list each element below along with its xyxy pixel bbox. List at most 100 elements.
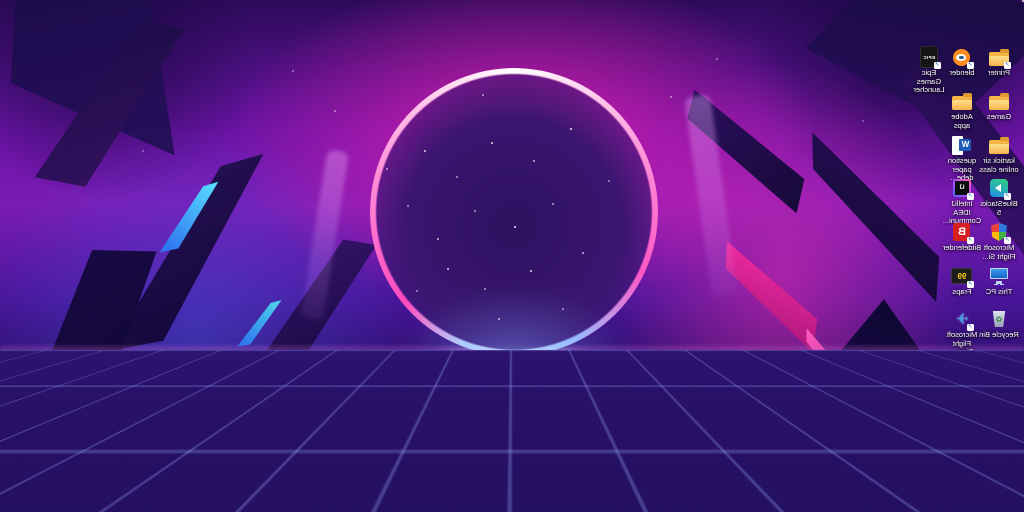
zoom-icon	[408, 491, 425, 508]
shortcut-arrow-icon: ↗	[1004, 412, 1011, 419]
chrome-button[interactable]	[428, 485, 452, 512]
mail-button[interactable]	[452, 485, 476, 512]
desktop-icon-question-paper[interactable]: question paper debe...	[944, 134, 980, 183]
desktop-icon-printer[interactable]: ↗Printer	[981, 46, 1017, 78]
desktop-icon-games[interactable]: Games	[981, 90, 1017, 122]
desktop-icon-label: BlueStacks 5	[979, 200, 1019, 217]
desktop-icon-ms-flight-sim[interactable]: ✈↗Microsoft Flight Simu...	[944, 308, 980, 357]
word-doc-icon	[953, 136, 972, 155]
edge-icon	[528, 491, 545, 508]
cortana-icon	[602, 493, 615, 506]
shortcut-arrow-icon: ↗	[1004, 237, 1011, 244]
chat-button[interactable]	[644, 485, 668, 512]
system-tray: ^ ENG IN 16:29 12-11-2021	[0, 485, 122, 512]
steam-taskbar-button[interactable]	[332, 485, 356, 512]
blender-taskbar-button[interactable]	[308, 485, 332, 512]
desktop-icon-label: This PC	[979, 288, 1019, 297]
desktop-icon-adobe-apps[interactable]: Adobe apps	[944, 90, 980, 130]
file-explorer-button[interactable]	[500, 485, 524, 512]
widgets-icon	[672, 491, 688, 507]
microsoft-store-button[interactable]	[476, 485, 500, 512]
language-indicator[interactable]: ENG IN	[94, 492, 108, 507]
desktop-icon-ms-flight-shield[interactable]: ↗Microsoft Flight Si...	[981, 221, 1017, 261]
folder-icon	[989, 140, 1009, 154]
desktop-icon-protonvpn[interactable]: ↗ProtonVPN	[944, 352, 980, 384]
desktop-icon-recycle-bin[interactable]: ♻Recycle Bin	[981, 308, 1017, 340]
desktop-icon-msi-afterburner[interactable]: ↗MSI Afterburner	[981, 440, 1017, 480]
zoom-button[interactable]	[404, 485, 428, 512]
whatsapp-button[interactable]	[356, 485, 380, 512]
desktop-icon-kartick-class[interactable]: kartick sir online class	[981, 134, 1017, 174]
desktop-icon-fraps[interactable]: 99↗Fraps	[944, 265, 980, 297]
desktop-icon-blender[interactable]: ↗blender	[944, 46, 980, 78]
search-button[interactable]	[716, 485, 740, 512]
shortcut-arrow-icon: ↗	[967, 237, 974, 244]
desktop-icon-label: NVIDIA GeFor...	[979, 375, 1019, 392]
desktop-icon-intellij[interactable]: IJ↗IntelliJ IDEA Communi...	[944, 177, 980, 226]
desktop-icon-label: ProtonVPN	[942, 375, 982, 384]
game-taskbar-button[interactable]	[284, 485, 308, 512]
pixel-game-icon	[287, 490, 305, 508]
desktop-icon-bluej[interactable]: ↗BlueJ	[944, 440, 980, 472]
desktop-icon-bluestacks[interactable]: ↗BlueStacks 5	[981, 177, 1017, 217]
start-icon	[745, 492, 760, 507]
desktop-icon-label: BlueJ	[942, 463, 982, 472]
shortcut-arrow-icon: ↗	[967, 456, 974, 463]
region-code: IN	[94, 499, 108, 507]
desktop-icon-label: Bitdefender	[942, 244, 982, 253]
taskbar: ⚙ ^ ENG IN	[0, 484, 1024, 512]
taskbar-app-cluster: ⚙	[284, 485, 764, 512]
shortcut-arrow-icon: ↗	[967, 368, 974, 375]
whatsapp-icon	[360, 491, 377, 508]
speaker-icon	[54, 493, 67, 505]
language-code: ENG	[94, 492, 108, 500]
desktop-icon-label: Microsoft Flight Si...	[979, 244, 1019, 261]
shortcut-arrow-icon: ↗	[934, 62, 941, 69]
tray-status-icons[interactable]	[54, 493, 85, 505]
task-view-button[interactable]	[692, 485, 716, 512]
shortcut-arrow-icon: ↗	[967, 412, 974, 419]
network-icon	[72, 493, 85, 505]
settings-button[interactable]: ⚙	[620, 485, 644, 512]
search-icon	[721, 492, 736, 507]
desktop-icon-label: MSI Afterburner	[979, 463, 1019, 480]
spotify-icon	[576, 491, 593, 508]
shortcut-arrow-icon: ↗	[1004, 368, 1011, 375]
desktop-icon-label: Games	[979, 113, 1019, 122]
task-view-icon	[696, 491, 712, 507]
desktop-icon-nvidia[interactable]: ↗NVIDIA GeFor...	[981, 352, 1017, 392]
desktop-icon-this-pc[interactable]: This PC	[981, 265, 1017, 297]
this-pc-icon	[990, 268, 1008, 284]
discord-icon	[384, 491, 401, 508]
desktop-icon-label: kartick sir online class	[979, 157, 1019, 174]
desktop-icon-epic-games[interactable]: EPIC↗Epic Games Launcher	[911, 46, 947, 95]
desktop-icon-label: GeForce Experience	[979, 419, 1019, 436]
desktop-icon-steam[interactable]: ↗Steam	[944, 396, 980, 428]
shortcut-arrow-icon: ↗	[967, 324, 974, 331]
desktop-icon-label: Printer	[979, 69, 1019, 78]
widgets-button[interactable]	[668, 485, 692, 512]
discord-button[interactable]	[380, 485, 404, 512]
microsoft-store-icon	[480, 492, 496, 507]
edge-button[interactable]	[524, 485, 548, 512]
edge-icon	[552, 491, 569, 508]
start-button[interactable]	[740, 485, 764, 512]
desktop-icon-geforce-experience[interactable]: ↗GeForce Experience	[981, 396, 1017, 436]
settings-gear-icon: ⚙	[625, 492, 638, 507]
ring-blue-glow	[384, 280, 644, 400]
desktop-icon-bitdefender[interactable]: B↗Bitdefender	[944, 221, 980, 253]
shortcut-arrow-icon: ↗	[1004, 193, 1011, 200]
taskbar-clock[interactable]: 16:29 12-11-2021	[7, 490, 45, 508]
cortana-button[interactable]	[596, 485, 620, 512]
shortcut-arrow-icon: ↗	[1004, 62, 1011, 69]
folder-icon	[989, 96, 1009, 110]
blender-icon	[312, 491, 329, 508]
spotify-button[interactable]	[572, 485, 596, 512]
tray-overflow-chevron[interactable]: ^	[117, 495, 122, 505]
desktop-icon-label: Fraps	[942, 288, 982, 297]
clock-time: 16:29	[7, 490, 45, 499]
mail-icon	[456, 493, 473, 506]
chat-icon	[648, 491, 665, 508]
edge-badged-button[interactable]	[548, 485, 572, 512]
recycle-bin-icon: ♻	[992, 311, 1006, 327]
